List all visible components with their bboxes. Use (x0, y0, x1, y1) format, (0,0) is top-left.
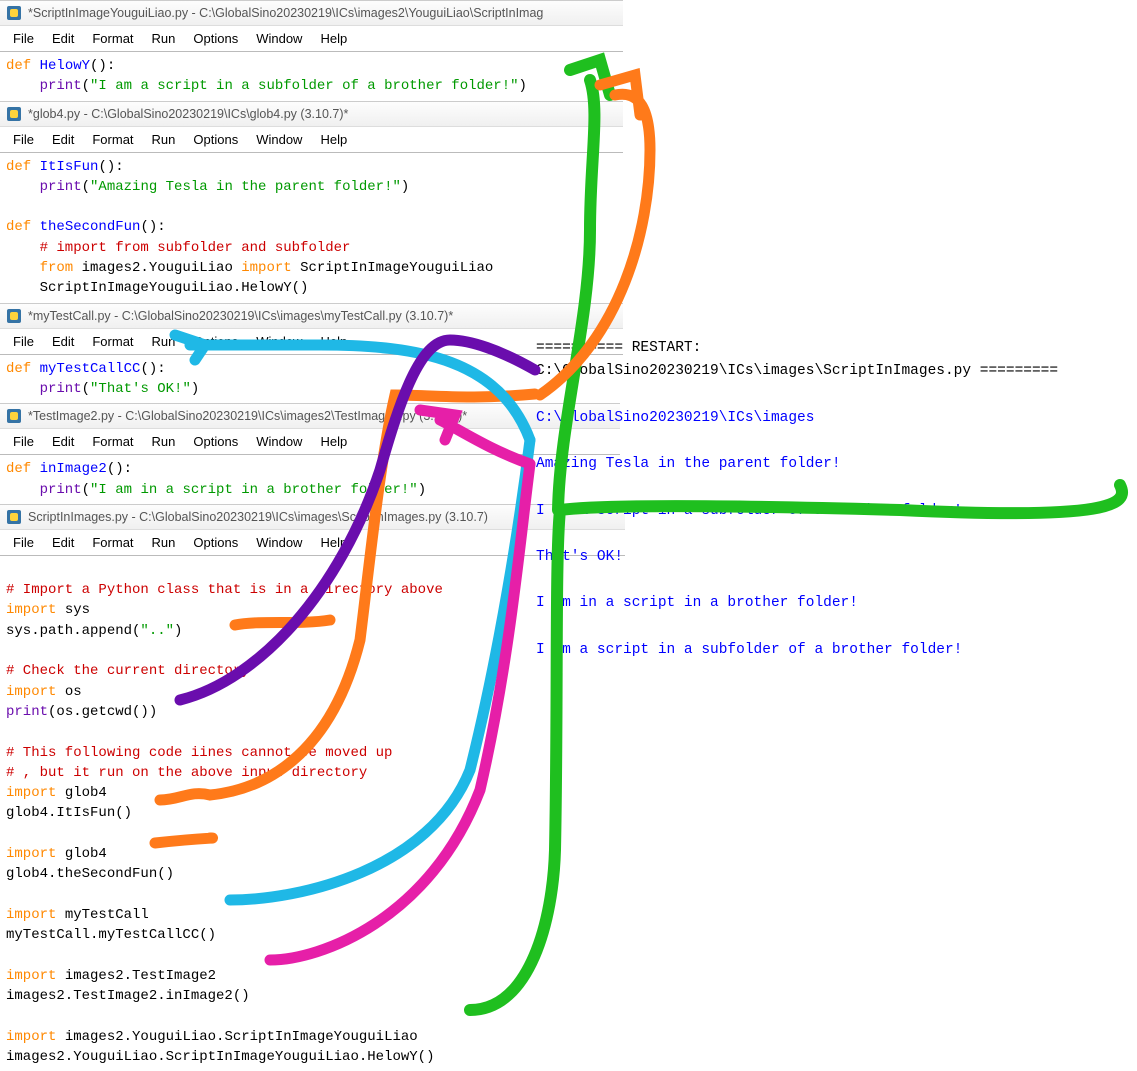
menu-edit[interactable]: Edit (43, 28, 83, 49)
window-title: *myTestCall.py - C:\GlobalSino20230219\I… (28, 309, 453, 323)
menu-options[interactable]: Options (184, 532, 247, 553)
menu-help[interactable]: Help (311, 532, 356, 553)
menu-window[interactable]: Window (247, 129, 311, 150)
output-line: Amazing Tesla in the parent folder! (536, 453, 1137, 476)
code-editor[interactable]: # Import a Python class that is in a dir… (0, 556, 625, 1071)
menu-options[interactable]: Options (184, 331, 247, 352)
menu-edit[interactable]: Edit (43, 129, 83, 150)
python-file-icon (6, 106, 22, 122)
menu-file[interactable]: File (4, 431, 43, 452)
menu-window[interactable]: Window (247, 532, 311, 553)
menu-help[interactable]: Help (311, 28, 356, 49)
menu-format[interactable]: Format (83, 331, 142, 352)
python-file-icon (6, 5, 22, 21)
menu-file[interactable]: File (4, 532, 43, 553)
menu-bar: File Edit Format Run Options Window Help (0, 429, 620, 455)
menu-help[interactable]: Help (311, 129, 356, 150)
menu-edit[interactable]: Edit (43, 532, 83, 553)
menu-file[interactable]: File (4, 129, 43, 150)
output-line: I am a script in a subfolder of a brothe… (536, 639, 1137, 662)
title-bar[interactable]: *myTestCall.py - C:\GlobalSino20230219\I… (0, 304, 623, 329)
output-line: I am in a script in a brother folder! (536, 592, 1137, 615)
output-line: I am a script in a subfolder of a brothe… (536, 500, 1137, 523)
menu-run[interactable]: Run (143, 129, 185, 150)
menu-bar: File Edit Format Run Options Window Help (0, 26, 623, 52)
menu-run[interactable]: Run (143, 532, 185, 553)
window-glob4: *glob4.py - C:\GlobalSino20230219\ICs\gl… (0, 101, 623, 303)
menu-bar: File Edit Format Run Options Window Help (0, 530, 625, 556)
window-title: *glob4.py - C:\GlobalSino20230219\ICs\gl… (28, 107, 348, 121)
window-scriptinimages: ScriptInImages.py - C:\GlobalSino2023021… (0, 504, 625, 1071)
window-title: *TestImage2.py - C:\GlobalSino20230219\I… (28, 409, 467, 423)
menu-bar: File Edit Format Run Options Window Help (0, 329, 623, 355)
menu-window[interactable]: Window (247, 28, 311, 49)
menu-window[interactable]: Window (247, 331, 311, 352)
title-bar[interactable]: *TestImage2.py - C:\GlobalSino20230219\I… (0, 404, 620, 429)
code-editor[interactable]: def inImage2(): print("I am in a script … (0, 455, 620, 504)
menu-options[interactable]: Options (184, 129, 247, 150)
menu-format[interactable]: Format (83, 431, 142, 452)
menu-edit[interactable]: Edit (43, 431, 83, 452)
title-bar[interactable]: *ScriptInImageYouguiLiao.py - C:\GlobalS… (0, 1, 623, 26)
menu-format[interactable]: Format (83, 28, 142, 49)
window-scriptinimageyouguiliao: *ScriptInImageYouguiLiao.py - C:\GlobalS… (0, 0, 623, 101)
menu-run[interactable]: Run (143, 431, 185, 452)
menu-file[interactable]: File (4, 28, 43, 49)
window-mytestcall: *myTestCall.py - C:\GlobalSino20230219\I… (0, 303, 623, 404)
menu-run[interactable]: Run (143, 28, 185, 49)
title-bar[interactable]: ScriptInImages.py - C:\GlobalSino2023021… (0, 505, 625, 530)
python-file-icon (6, 509, 22, 525)
menu-format[interactable]: Format (83, 129, 142, 150)
title-bar[interactable]: *glob4.py - C:\GlobalSino20230219\ICs\gl… (0, 102, 623, 127)
menu-bar: File Edit Format Run Options Window Help (0, 127, 623, 153)
window-title: ScriptInImages.py - C:\GlobalSino2023021… (28, 510, 488, 524)
menu-options[interactable]: Options (184, 28, 247, 49)
output-line: That's OK! (536, 546, 1137, 569)
code-editor[interactable]: def HelowY(): print("I am a script in a … (0, 52, 623, 101)
shell-output: ========== RESTART: C:\GlobalSino2023021… (536, 314, 1137, 685)
code-editor[interactable]: def myTestCallCC(): print("That's OK!") (0, 355, 623, 404)
window-title: *ScriptInImageYouguiLiao.py - C:\GlobalS… (28, 6, 543, 20)
menu-run[interactable]: Run (143, 331, 185, 352)
menu-help[interactable]: Help (311, 331, 356, 352)
menu-format[interactable]: Format (83, 532, 142, 553)
menu-edit[interactable]: Edit (43, 331, 83, 352)
window-testimage2: *TestImage2.py - C:\GlobalSino20230219\I… (0, 403, 620, 504)
menu-help[interactable]: Help (311, 431, 356, 452)
python-file-icon (6, 408, 22, 424)
menu-window[interactable]: Window (247, 431, 311, 452)
output-line: C:\GlobalSino20230219\ICs\images (536, 407, 1137, 430)
menu-file[interactable]: File (4, 331, 43, 352)
restart-banner: ========== RESTART: C:\GlobalSino2023021… (536, 337, 1137, 383)
python-file-icon (6, 308, 22, 324)
code-editor[interactable]: def ItIsFun(): print("Amazing Tesla in t… (0, 153, 623, 303)
menu-options[interactable]: Options (184, 431, 247, 452)
